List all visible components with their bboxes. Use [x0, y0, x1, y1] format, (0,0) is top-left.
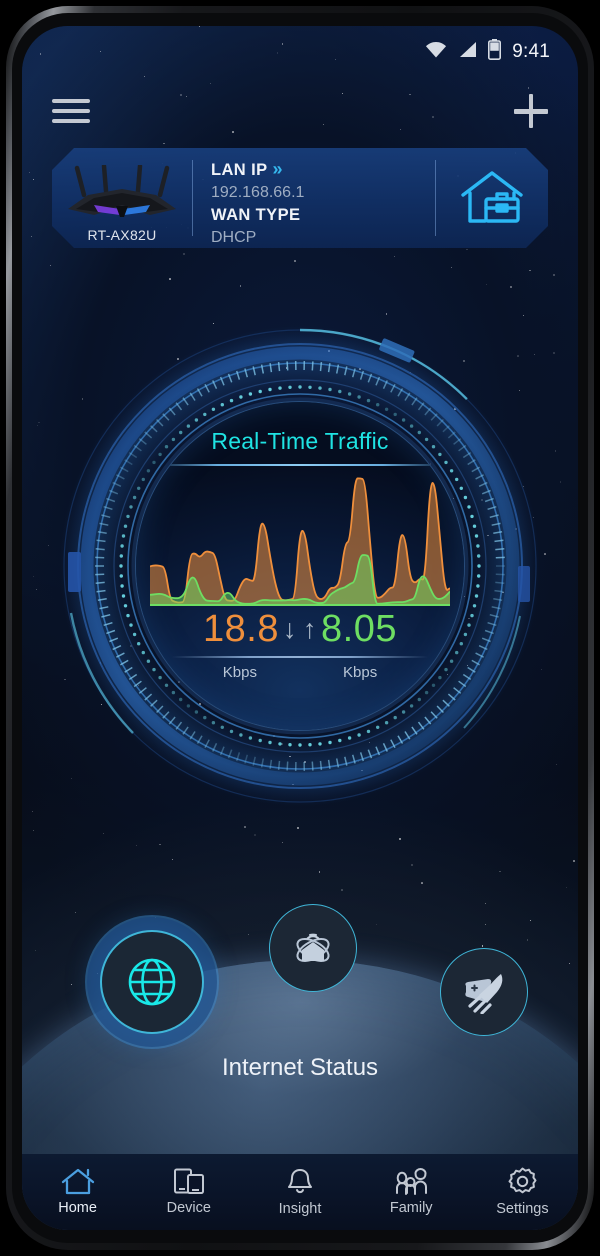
family-icon [394, 1168, 428, 1195]
quick-action-row [22, 926, 578, 1046]
traffic-chart [150, 472, 450, 606]
router-model-label: RT-AX82U [87, 227, 156, 243]
wan-type-value: DHCP [211, 227, 435, 249]
nav-item-device[interactable]: Device [133, 1168, 244, 1216]
game-boost-rocket-icon [461, 970, 507, 1014]
nav-item-home[interactable]: Home [22, 1168, 133, 1216]
nav-label-family: Family [390, 1200, 433, 1216]
nav-label-settings: Settings [496, 1201, 548, 1217]
upload-speed-value: 8.05 [321, 608, 397, 651]
gear-icon [508, 1167, 537, 1196]
router-device-thumbnail: RT-AX82U [52, 148, 192, 248]
chevron-right-icon[interactable]: » [272, 159, 280, 179]
battery-icon [488, 39, 501, 65]
status-caption: Internet Status [22, 1054, 578, 1082]
speed-units: Kbps Kbps [136, 664, 464, 681]
speed-readout: 18.8 ↓ ↑ 8.05 [136, 608, 464, 651]
download-unit-label: Kbps [223, 664, 257, 681]
devices-icon [173, 1168, 205, 1195]
upload-unit-label: Kbps [343, 664, 377, 681]
phone-screen: 9:41 RT-AX82U LAN IP » 192.168.66.1 WAN … [22, 26, 578, 1230]
download-speed-value: 18.8 [203, 608, 279, 651]
nav-item-settings[interactable]: Settings [467, 1167, 578, 1217]
plus-icon[interactable] [514, 94, 548, 128]
status-bar: 9:41 [22, 26, 578, 78]
download-arrow-icon: ↓ [283, 616, 297, 643]
upload-arrow-icon: ↑ [303, 616, 317, 643]
nav-item-insight[interactable]: Insight [244, 1168, 355, 1217]
nav-label-device: Device [167, 1200, 211, 1216]
app-bar [22, 78, 578, 144]
bottom-navigation: Home Device Insight Family Settings [22, 1154, 578, 1230]
speed-divider [172, 656, 428, 658]
chart-baseline [150, 604, 450, 606]
status-bar-clock: 9:41 [512, 41, 550, 63]
aimesh-node-icon [290, 925, 336, 971]
operation-mode-button[interactable] [436, 148, 548, 248]
phone-device: 9:41 RT-AX82U LAN IP » 192.168.66.1 WAN … [0, 0, 600, 1256]
globe-icon [126, 956, 178, 1008]
wifi-icon [425, 41, 447, 63]
aimesh-button[interactable] [269, 904, 357, 992]
bell-icon [286, 1168, 314, 1196]
hamburger-menu-icon[interactable] [52, 99, 90, 123]
nav-item-family[interactable]: Family [356, 1168, 467, 1216]
nav-label-insight: Insight [279, 1201, 322, 1217]
game-boost-button[interactable] [440, 948, 528, 1036]
internet-status-button[interactable] [100, 930, 204, 1034]
traffic-gauge: Real-Time Traffic 18.8 ↓ ↑ 8.05 Kbps Kbp… [50, 316, 550, 816]
lan-ip-label: LAN IP» [211, 158, 435, 182]
nav-label-home: Home [58, 1200, 97, 1216]
lan-ip-value: 192.168.66.1 [211, 182, 435, 204]
gauge-title: Real-Time Traffic [136, 428, 464, 455]
router-device-icon [64, 165, 180, 227]
home-office-icon [459, 169, 525, 227]
router-network-info: LAN IP» 192.168.66.1 WAN TYPE DHCP [193, 148, 435, 248]
home-icon [61, 1168, 95, 1195]
wan-type-label: WAN TYPE [211, 205, 435, 227]
router-info-card[interactable]: RT-AX82U LAN IP» 192.168.66.1 WAN TYPE D… [52, 148, 548, 248]
gauge-title-divider [152, 464, 448, 466]
cell-signal-icon [458, 41, 477, 63]
gauge-inner-panel: Real-Time Traffic 18.8 ↓ ↑ 8.05 Kbps Kbp… [136, 402, 464, 730]
